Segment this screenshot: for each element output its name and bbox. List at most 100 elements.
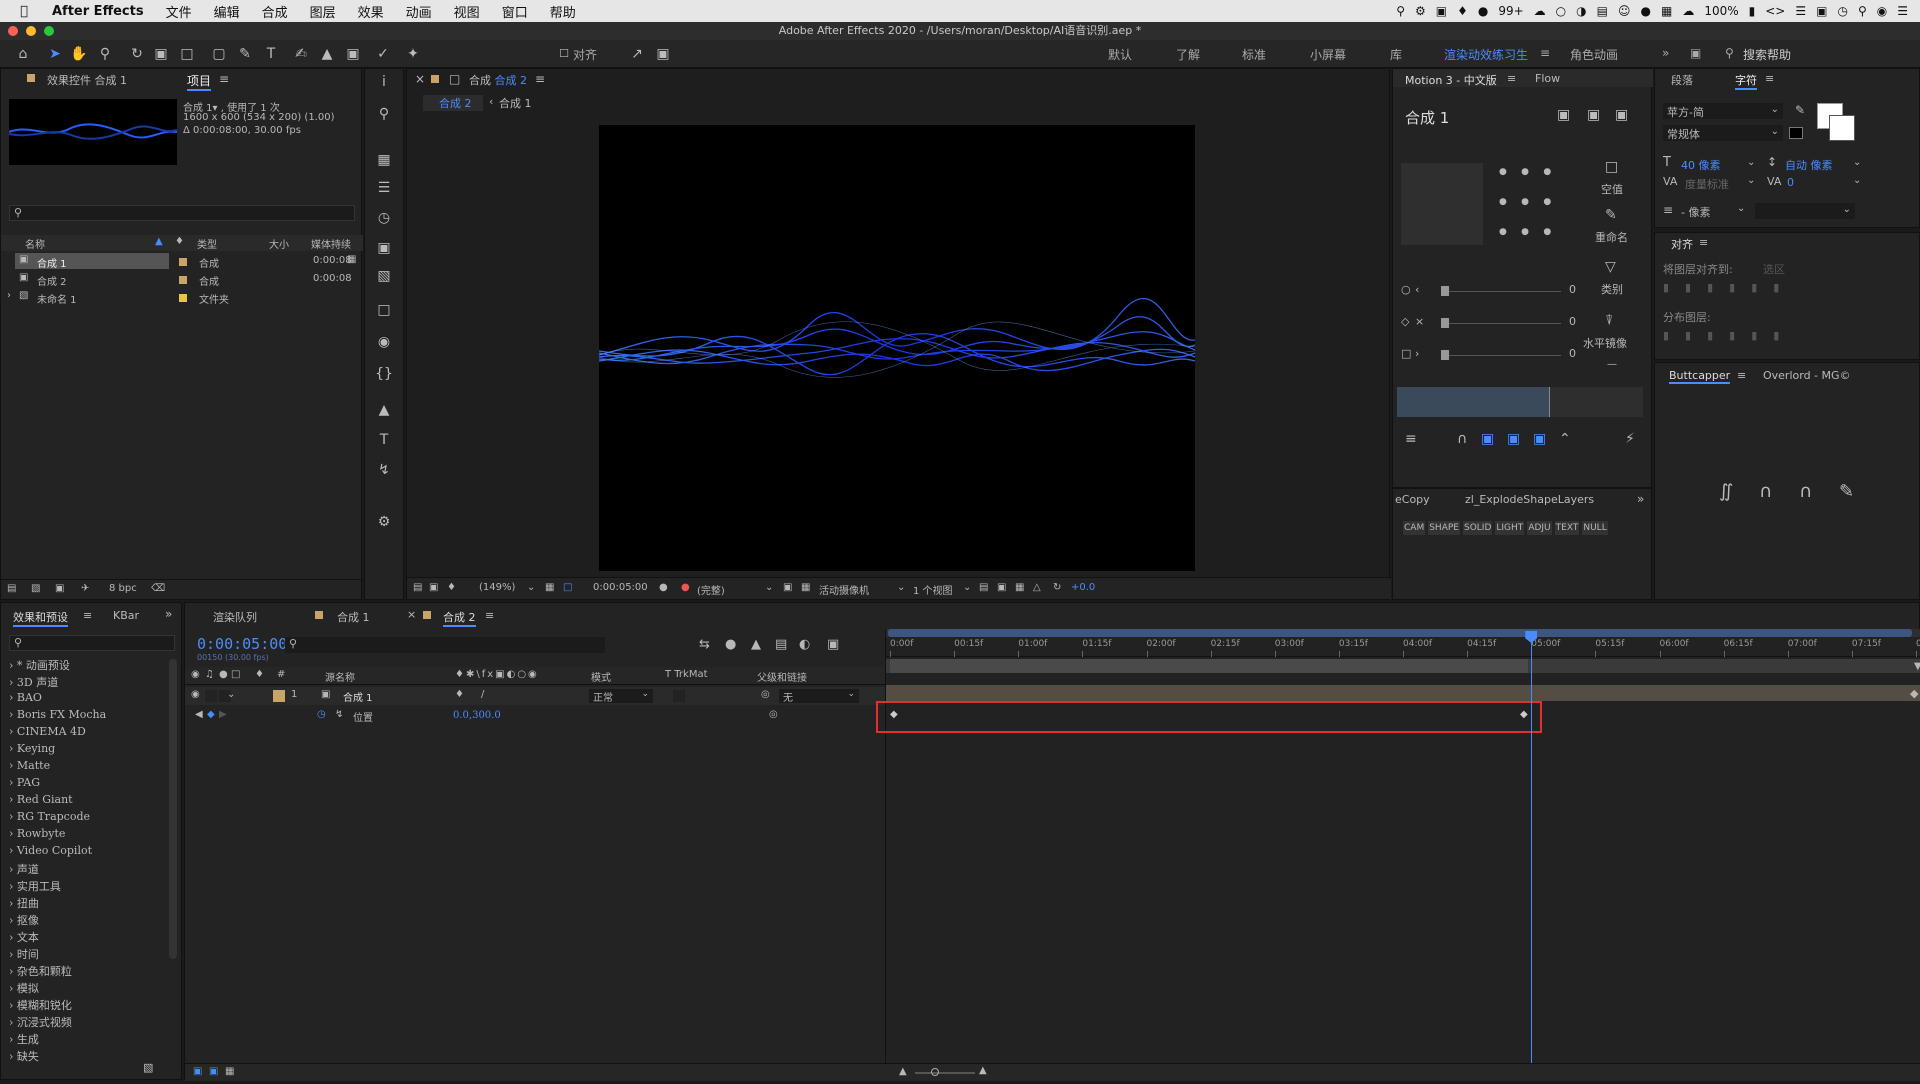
close-window-icon[interactable] xyxy=(8,26,18,36)
tab-menu-icon[interactable]: ≡ xyxy=(1737,369,1746,382)
tab-align[interactable]: 对齐 xyxy=(1671,236,1693,252)
tab-character[interactable]: 字符 xyxy=(1735,72,1757,90)
prev-keyframe-icon[interactable]: ◀ xyxy=(195,709,203,727)
cloud-icon[interactable]: ☁ xyxy=(1534,4,1546,18)
effects-category[interactable]: › CINEMA 4D xyxy=(9,725,86,738)
spotlight-icon[interactable]: ⚲ xyxy=(1858,4,1867,18)
chevron-down-icon[interactable]: ⌄ xyxy=(1737,203,1745,221)
layer-duration-bar[interactable] xyxy=(886,685,1920,701)
stroke-width-value[interactable]: - 像素 xyxy=(1681,204,1710,222)
flowchart-icon[interactable]: ▦ xyxy=(347,254,356,272)
expand-arrow-icon[interactable]: › xyxy=(7,290,11,308)
time-ruler[interactable]: 0:00f 00:15f 01:00f 01:15f 02:00f 02:15f 03:00… xyxy=(886,637,1920,657)
slider-row[interactable]: □ › 0 xyxy=(1401,347,1581,363)
grid-icon[interactable]: ▦ xyxy=(375,151,393,169)
toggle-pixel-icon[interactable]: ▤ xyxy=(979,582,988,600)
media-icon[interactable]: ▣ xyxy=(375,239,393,257)
text-icon[interactable]: T xyxy=(375,431,393,449)
more-workspaces-icon[interactable]: » xyxy=(1662,46,1669,60)
curve-marker[interactable] xyxy=(1549,387,1550,417)
chevron-down-icon[interactable]: ⌄ xyxy=(1747,175,1755,193)
expand-arrow-icon[interactable]: › xyxy=(9,914,17,927)
timeline-search-input[interactable]: ⚲ xyxy=(285,637,605,653)
distribute-buttons[interactable]: ▮▮▮▮▮▮ xyxy=(1663,329,1863,343)
expand-arrow-icon[interactable]: › xyxy=(9,810,17,823)
effects-category[interactable]: › BAO xyxy=(9,691,42,704)
chevron-down-icon[interactable]: ⌄ xyxy=(1747,157,1755,175)
expand-arrow-icon[interactable]: › xyxy=(9,931,17,944)
expand-arrow-icon[interactable]: › xyxy=(9,1050,17,1063)
anchor-icon[interactable]: ▣ xyxy=(1587,107,1600,123)
expand-arrow-icon[interactable]: › xyxy=(9,1016,17,1029)
header-size[interactable]: 大小 xyxy=(269,236,289,254)
tab-project[interactable]: 项目 xyxy=(187,72,212,91)
effects-category[interactable]: › Red Giant xyxy=(9,793,73,806)
effects-category[interactable]: › 生成 xyxy=(9,1031,39,1047)
expand-arrow-icon[interactable]: › xyxy=(9,793,17,806)
tracking-value[interactable]: 0 xyxy=(1787,176,1794,194)
tab-menu-icon[interactable]: ≡ xyxy=(535,72,545,86)
menu-window[interactable]: 窗口 xyxy=(502,2,528,21)
gear-icon[interactable]: ⚙ xyxy=(375,513,393,531)
tab-motion[interactable]: Motion 3 - 中文版 xyxy=(1405,72,1497,88)
wifi-icon[interactable]: ☰ xyxy=(1795,4,1806,18)
mic-icon[interactable]: ● xyxy=(1641,4,1651,18)
menu-layer[interactable]: 图层 xyxy=(310,2,336,21)
braces-icon[interactable]: {} xyxy=(375,365,393,383)
tab-menu-icon[interactable]: ≡ xyxy=(1699,236,1708,249)
project-item[interactable]: ▣ 合成 1 合成 0:00:08 ▦ xyxy=(1,253,363,271)
composition-canvas[interactable] xyxy=(599,125,1195,571)
label-icon[interactable]: ♦ xyxy=(255,669,264,687)
anchor-grid[interactable]: ● ● ● ● ● ● ● ● ● xyxy=(1493,163,1573,245)
effects-category[interactable]: › 3D 声道 xyxy=(9,674,58,690)
expand-arrow-icon[interactable]: › xyxy=(9,999,17,1012)
shy-icon[interactable]: ▲ xyxy=(751,637,761,655)
expand-arrow-icon[interactable]: › xyxy=(9,863,17,876)
timeline-area[interactable]: 0:00f 00:15f 01:00f 01:15f 02:00f 02:15f 03:00… xyxy=(876,629,1920,1081)
expand-arrow-icon[interactable]: › xyxy=(9,776,17,789)
expand-arrow-icon[interactable]: › xyxy=(9,725,17,738)
effects-category[interactable]: › 模糊和锐化 xyxy=(9,997,72,1013)
quality-switch-icon[interactable]: / xyxy=(481,689,484,707)
solid-button[interactable]: SOLID xyxy=(1462,521,1493,535)
keyframe-start-icon[interactable]: ◆ xyxy=(890,709,898,720)
label-tag-icon[interactable]: ♦ xyxy=(175,236,184,254)
rotate-tool-icon[interactable]: ↻ xyxy=(128,45,146,63)
layer-end-icon[interactable]: ◆ xyxy=(1910,687,1918,700)
close-tab-icon[interactable]: × xyxy=(415,72,425,86)
effects-category[interactable]: › 杂色和颗粒 xyxy=(9,963,72,979)
shape-button[interactable]: SHAPE xyxy=(1428,521,1460,535)
tab-paragraph[interactable]: 段落 xyxy=(1671,72,1693,88)
tab-menu-icon[interactable]: ≡ xyxy=(1507,72,1516,85)
tab-effect-controls[interactable]: 效果控件 合成 1 xyxy=(47,72,127,88)
keyframe-end-icon[interactable]: ◆ xyxy=(1520,709,1528,720)
timer-icon[interactable]: ◷ xyxy=(375,209,393,227)
flowchart-icon[interactable]: ▦ xyxy=(1015,582,1024,600)
parent-dropdown[interactable]: 无 ⌄ xyxy=(779,689,859,704)
input-icon[interactable]: ▣ xyxy=(1816,4,1827,18)
tab-menu-icon[interactable]: ≡ xyxy=(485,609,494,622)
expand-arrow-icon[interactable]: › xyxy=(9,844,17,857)
null-button[interactable]: NULL xyxy=(1582,521,1608,535)
tab-flow[interactable]: Flow xyxy=(1535,72,1560,85)
light-button[interactable]: LIGHT xyxy=(1495,521,1525,535)
project-search-input[interactable]: ⚲ xyxy=(9,205,355,221)
menu-effect[interactable]: 效果 xyxy=(358,2,384,21)
help-search-icon[interactable]: ⚲ xyxy=(1725,46,1734,60)
expand-arrow-icon[interactable]: › xyxy=(9,827,17,840)
slider-value[interactable]: 0 xyxy=(1569,315,1576,328)
zoom-dropdown[interactable]: (149%) xyxy=(479,582,515,600)
region-icon[interactable]: ▤ xyxy=(413,582,422,600)
zoom-tool-icon[interactable]: ⚲ xyxy=(96,45,114,63)
effects-category[interactable]: › Rowbyte xyxy=(9,827,65,840)
lock-icon[interactable]: □ xyxy=(231,669,240,687)
slider-value[interactable]: 0 xyxy=(1569,347,1576,360)
playhead[interactable] xyxy=(1525,631,1538,1079)
property-value[interactable]: 0.0,300.0 xyxy=(453,710,501,728)
new-comp-icon[interactable]: ▣ xyxy=(55,583,64,601)
add-keyframe-icon[interactable]: ◆ xyxy=(207,709,215,727)
menu-lines-icon[interactable]: ☰ xyxy=(1897,4,1908,18)
menu-file[interactable]: 文件 xyxy=(166,2,192,21)
render-icon[interactable]: ✈ xyxy=(81,583,89,601)
solo-icon[interactable]: ● xyxy=(219,669,228,687)
